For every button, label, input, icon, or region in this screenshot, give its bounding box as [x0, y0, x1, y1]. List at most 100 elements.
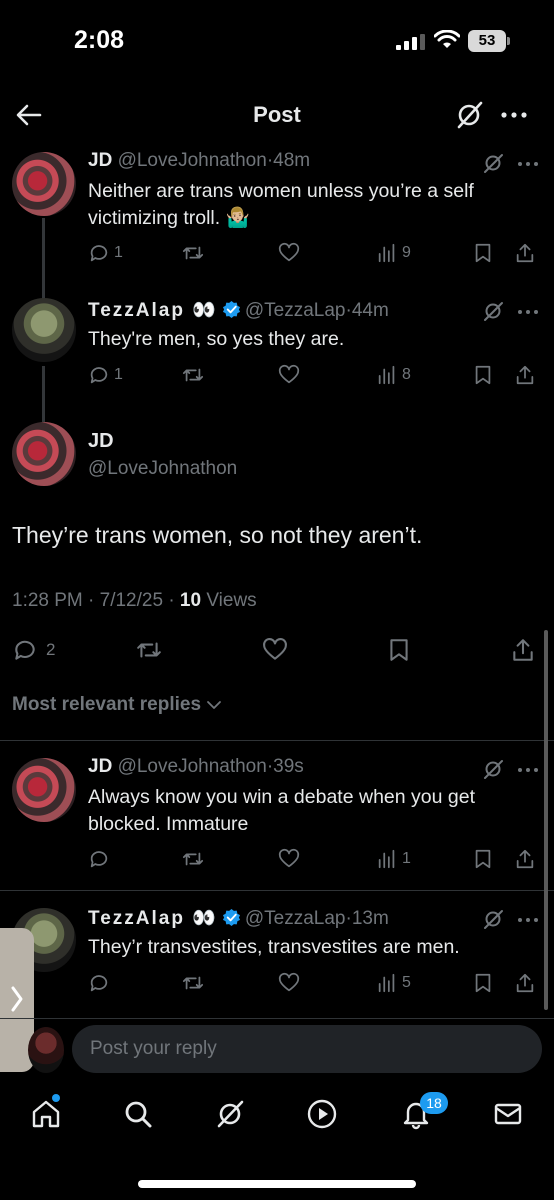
thread-tweet[interactable]: TezzAlap 👀 @TezzaLap·44m They're men, so …: [0, 294, 554, 406]
avatar[interactable]: [12, 758, 76, 822]
scrollbar[interactable]: [544, 630, 548, 1010]
tweet-header: JD @LoveJohnathon·48m: [88, 150, 311, 171]
reply-button[interactable]: [88, 968, 110, 998]
grok-icon[interactable]: [482, 300, 504, 322]
more-options-icon[interactable]: [498, 102, 530, 128]
reply-button[interactable]: [88, 844, 110, 874]
repost-button[interactable]: [182, 844, 204, 874]
like-button[interactable]: [278, 238, 300, 268]
main-author-handle[interactable]: @LoveJohnathon: [88, 458, 237, 480]
author-handle[interactable]: @TezzaLap: [245, 908, 346, 929]
status-time: 2:08: [74, 26, 125, 54]
avatar[interactable]: [12, 422, 76, 486]
wifi-icon: [434, 30, 460, 48]
chevron-right-icon: [11, 986, 23, 1012]
reply-count: 1: [114, 244, 123, 261]
like-button[interactable]: [278, 844, 300, 874]
like-button[interactable]: [262, 632, 288, 668]
play-circle-icon: [307, 1099, 337, 1129]
author-name[interactable]: JD: [88, 150, 112, 171]
home-indicator[interactable]: [138, 1180, 416, 1188]
repost-button[interactable]: [136, 632, 162, 668]
heart-icon: [278, 972, 300, 992]
author-name[interactable]: TezzAlap 👀: [88, 908, 218, 929]
thread-tweet[interactable]: JD @LoveJohnathon·48m Neither are trans …: [0, 148, 554, 288]
like-button[interactable]: [278, 968, 300, 998]
reply-icon: [90, 975, 108, 992]
tab-grok[interactable]: [214, 1098, 250, 1134]
share-icon: [516, 973, 534, 993]
share-icon: [513, 639, 533, 661]
notifications-badge: 18: [420, 1092, 448, 1114]
tab-messages[interactable]: [492, 1098, 528, 1134]
reply-tweet[interactable]: JD @LoveJohnathon·39s Always know you wi…: [0, 754, 554, 888]
tweet-actions: 1: [88, 844, 544, 874]
share-button[interactable]: [514, 360, 536, 390]
analytics-icon: [378, 973, 395, 993]
share-icon: [516, 849, 534, 869]
views-button[interactable]: 5: [376, 968, 411, 998]
share-button[interactable]: [510, 632, 536, 668]
tweet-time: 39s: [273, 756, 304, 777]
bookmark-icon: [475, 973, 491, 993]
grok-icon: [217, 1100, 244, 1128]
tab-home[interactable]: [30, 1094, 66, 1134]
share-button[interactable]: [514, 968, 536, 998]
tab-notifications[interactable]: 18: [400, 1092, 448, 1134]
analytics-icon: [378, 849, 395, 869]
grok-icon[interactable]: [482, 152, 504, 174]
reply-icon: [15, 640, 35, 660]
main-author-name[interactable]: JD: [88, 430, 114, 453]
bookmark-button[interactable]: [472, 360, 494, 390]
bookmark-button[interactable]: [472, 968, 494, 998]
replies-sort-dropdown[interactable]: Most relevant replies: [12, 694, 223, 716]
reply-icon: [90, 367, 108, 384]
like-button[interactable]: [278, 360, 300, 390]
avatar[interactable]: [28, 1027, 64, 1073]
tab-video[interactable]: [306, 1098, 342, 1134]
avatar[interactable]: [12, 152, 76, 216]
author-name[interactable]: TezzAlap 👀: [88, 300, 218, 321]
author-handle[interactable]: @TezzaLap: [245, 300, 346, 321]
share-button[interactable]: [514, 844, 536, 874]
tab-search[interactable]: [122, 1098, 158, 1134]
views-label: Views: [201, 590, 257, 611]
reply-count: 2: [46, 640, 56, 659]
author-handle[interactable]: @LoveJohnathon: [118, 150, 267, 171]
views-button[interactable]: 8: [376, 360, 411, 390]
reply-tweet[interactable]: TezzAlap 👀 @TezzaLap·13m They’r transvest…: [0, 904, 554, 1014]
views-count: 8: [402, 366, 411, 383]
views-button[interactable]: 1: [376, 844, 411, 874]
reply-button[interactable]: 1: [88, 238, 123, 268]
views-button[interactable]: 9: [376, 238, 411, 268]
reply-button[interactable]: 1: [88, 360, 123, 390]
bookmark-button[interactable]: [472, 844, 494, 874]
author-handle[interactable]: @LoveJohnathon: [118, 756, 267, 777]
repost-icon: [182, 976, 204, 990]
more-options-icon[interactable]: [516, 302, 540, 322]
tweet-actions: 1 9: [88, 238, 544, 268]
bookmark-button[interactable]: [386, 632, 412, 668]
reply-button[interactable]: 2: [12, 632, 55, 668]
views-count: 10: [179, 590, 202, 611]
views-count: 1: [402, 850, 411, 867]
repost-button[interactable]: [182, 360, 204, 390]
tweet-header: TezzAlap 👀 @TezzaLap·44m: [88, 300, 389, 321]
more-options-icon[interactable]: [516, 910, 540, 930]
avatar[interactable]: [12, 298, 76, 362]
more-options-icon[interactable]: [516, 760, 540, 780]
repost-button[interactable]: [182, 968, 204, 998]
tweet-header: JD @LoveJohnathon·39s: [88, 756, 304, 777]
grok-icon[interactable]: [482, 758, 504, 780]
grok-icon[interactable]: [482, 908, 504, 930]
tweet-time: 44m: [351, 300, 389, 321]
reply-input[interactable]: [72, 1025, 542, 1073]
more-options-icon[interactable]: [516, 154, 540, 174]
author-name[interactable]: JD: [88, 756, 112, 777]
divider: [0, 890, 554, 891]
repost-button[interactable]: [182, 238, 204, 268]
tweet-actions: 1 8: [88, 360, 544, 390]
share-button[interactable]: [514, 238, 536, 268]
bookmark-button[interactable]: [472, 238, 494, 268]
grok-icon[interactable]: [454, 100, 484, 130]
